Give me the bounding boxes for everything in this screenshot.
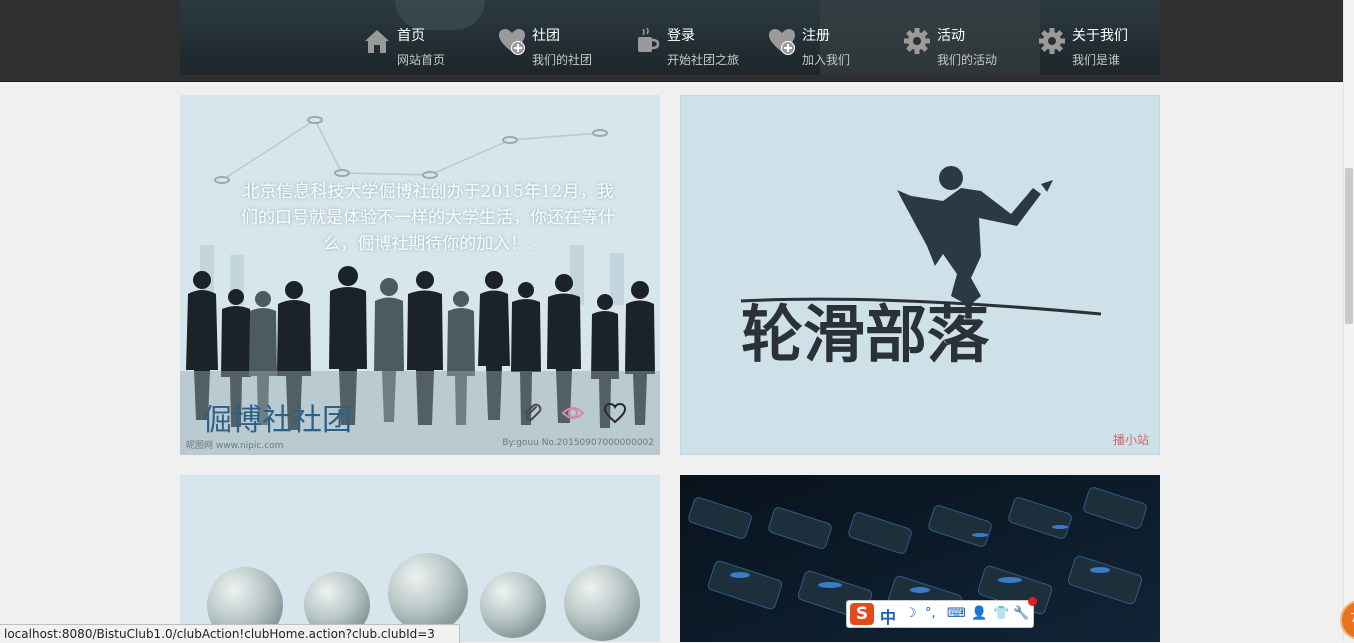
notification-dot bbox=[1028, 597, 1037, 606]
nav-label: 社团 bbox=[532, 28, 560, 44]
nav-item-activities[interactable]: 活动 我们的活动 bbox=[900, 22, 1035, 70]
nav-sublabel: 我们的活动 bbox=[937, 53, 998, 67]
image-watermark: By:gouu No.20150907000000002 bbox=[502, 438, 654, 448]
nav-label: 活动 bbox=[937, 28, 965, 44]
artwork-title: 轮滑部落 bbox=[741, 298, 990, 371]
club-card[interactable]: 轮滑部落 播小站 bbox=[680, 95, 1160, 455]
image-watermark: 播小站 bbox=[1112, 433, 1149, 447]
nav-label: 关于我们 bbox=[1072, 28, 1128, 44]
image-watermark: 昵图网 www.nipic.com bbox=[186, 441, 284, 451]
club-description: 北京信息科技大学倔博社创办于2015年12月，我们的口号就是体验不一样的大学生活… bbox=[241, 182, 615, 254]
wrench-icon[interactable]: 🔧 bbox=[1013, 606, 1029, 621]
gear-icon bbox=[904, 28, 930, 54]
nav-sublabel: 加入我们 bbox=[802, 53, 851, 67]
gear-icon bbox=[1039, 28, 1065, 54]
sogou-logo-icon[interactable]: S bbox=[850, 603, 874, 625]
heart-icon[interactable] bbox=[603, 401, 627, 425]
scrollbar-thumb[interactable] bbox=[1345, 168, 1353, 324]
eye-icon[interactable] bbox=[561, 401, 585, 425]
heart-plus-icon bbox=[499, 29, 525, 55]
status-bar-url: localhost:8080/BistuClub1.0/clubAction!c… bbox=[0, 624, 460, 643]
club-card[interactable]: 北京信息科技大学倔博社创办于2015年12月，我们的口号就是体验不一样的大学生活… bbox=[180, 95, 660, 455]
nav-label: 注册 bbox=[802, 28, 830, 44]
keyboard-icon[interactable]: ⌨ bbox=[947, 606, 966, 621]
ime-mode-toggle[interactable]: 中 bbox=[880, 604, 896, 628]
nav-item-clubs[interactable]: 社团 我们的社团 bbox=[495, 22, 630, 70]
club-name[interactable]: 倔博社社团 bbox=[202, 395, 352, 439]
user-icon[interactable]: 👤 bbox=[971, 606, 987, 621]
nav-item-register[interactable]: 注册 加入我们 bbox=[765, 22, 900, 70]
nav-sublabel: 我们是谁 bbox=[1072, 53, 1121, 67]
nav-label: 首页 bbox=[397, 28, 425, 44]
nav-item-home[interactable]: 首页 网站首页 bbox=[360, 22, 495, 70]
moon-icon[interactable]: ☽ bbox=[905, 606, 917, 621]
skater-title-artwork: 轮滑部落 bbox=[740, 166, 1102, 371]
shirt-icon[interactable]: 👕 bbox=[993, 606, 1009, 621]
nav-sublabel: 我们的社团 bbox=[532, 53, 593, 67]
nav-item-login[interactable]: 登录 开始社团之旅 bbox=[630, 22, 765, 70]
nav-label: 登录 bbox=[667, 28, 695, 44]
club-card[interactable] bbox=[180, 475, 660, 642]
heart-plus-icon bbox=[769, 29, 795, 55]
ime-toolbar[interactable]: S 中 ☽ °, ⌨ 👤 👕 🔧 bbox=[846, 597, 1037, 628]
nav-item-about[interactable]: 关于我们 我们是谁 bbox=[1035, 22, 1170, 70]
floating-button-text: 7 bbox=[1350, 611, 1354, 625]
spheres-illustration bbox=[207, 553, 640, 642]
paperclip-icon[interactable] bbox=[520, 401, 544, 425]
nav-sublabel: 网站首页 bbox=[397, 53, 446, 67]
nav-sublabel: 开始社团之旅 bbox=[667, 53, 740, 67]
home-icon bbox=[365, 30, 389, 53]
top-navbar: 首页 网站首页 社团 我们的社团 登录 开始社团之旅 注册 加入我们 活动 我们… bbox=[0, 0, 1344, 82]
punctuation-icon[interactable]: °, bbox=[925, 606, 936, 621]
vertical-scrollbar[interactable] bbox=[1343, 0, 1354, 642]
coffee-cup-icon bbox=[638, 27, 660, 52]
